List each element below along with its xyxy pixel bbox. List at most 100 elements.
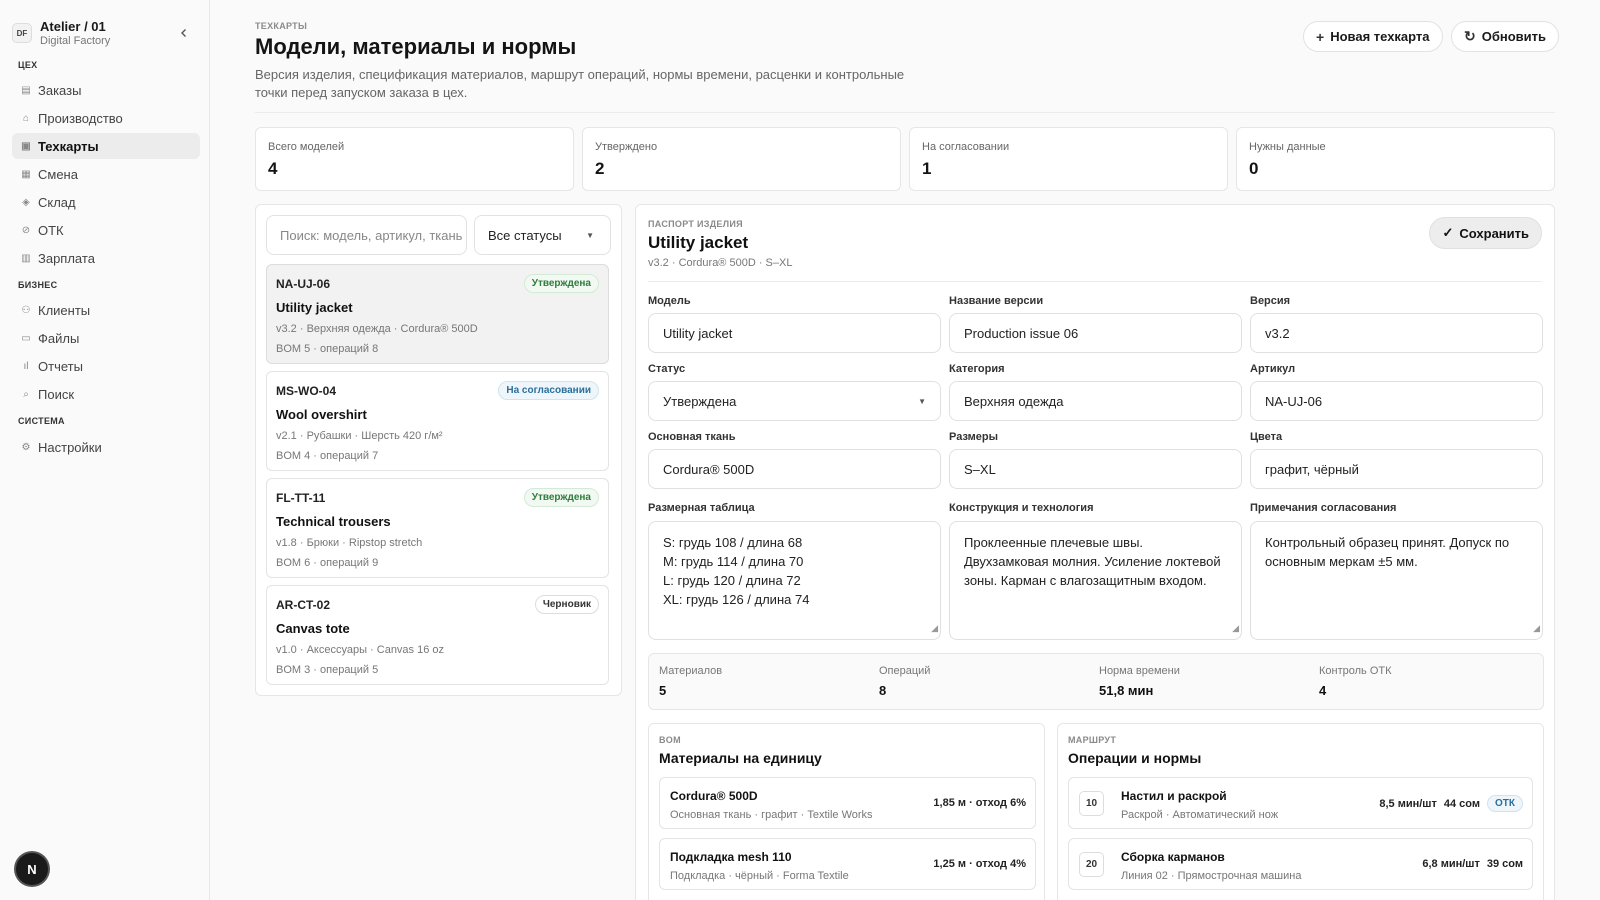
detail-subtitle: v3.2 · Cordura® 500D · S–XL (648, 257, 793, 269)
main-content: ТЕХКАРТЫ Модели, материалы и нормы Верси… (210, 0, 1600, 900)
save-button[interactable]: ✓ Сохранить (1429, 217, 1542, 249)
sidebar-item-techcards[interactable]: ▣ Техкарты (12, 133, 200, 159)
colors-field[interactable]: графит, чёрный (1250, 449, 1543, 489)
stat-value: 4 (268, 159, 278, 178)
bom-panel: BOM Материалы на единицу Cordura® 500D О… (648, 723, 1045, 900)
detail-eyebrow: ПАСПОРТ ИЗДЕЛИЯ (648, 219, 743, 229)
bom-row[interactable]: Cordura® 500D Основная ткань · графит · … (659, 777, 1036, 829)
page-eyebrow: ТЕХКАРТЫ (255, 21, 308, 31)
check-icon: ✓ (1442, 225, 1454, 240)
collapse-sidebar-icon[interactable] (175, 24, 193, 42)
construction-textarea[interactable]: Проклеенные плечевые швы. Двухзамковая м… (949, 521, 1242, 640)
operation-number: 20 (1079, 852, 1104, 877)
operation-row[interactable]: 20 Сборка карманов Линия 02 · Прямостроч… (1068, 838, 1533, 890)
refresh-button[interactable]: ↻ Обновить (1451, 21, 1560, 52)
sidebar-item-label: Поиск (38, 386, 75, 402)
model-field[interactable]: Utility jacket (648, 313, 941, 353)
sidebar-item-reports[interactable]: ıl Отчеты (12, 353, 200, 379)
folder-icon: ▭ (21, 332, 31, 344)
size-table-line: S: грудь 108 / длина 68 (663, 535, 803, 550)
search-icon: ⌕ (23, 388, 29, 400)
stat-label: Всего моделей (268, 141, 345, 153)
status-filter-select[interactable]: Все статусы ▼ (474, 215, 611, 255)
users-icon: ⚇ (21, 304, 31, 316)
sidebar-item-search[interactable]: ⌕ Поиск (12, 381, 200, 407)
user-avatar-button[interactable]: N (16, 853, 48, 885)
fabric-label: Основная ткань (648, 431, 736, 443)
notes-textarea[interactable]: Контрольный образец принят. Допуск по ос… (1250, 521, 1543, 640)
sidebar-item-production[interactable]: ⌂ Производство (12, 105, 200, 131)
stat-value: 1 (922, 159, 932, 178)
size-table-line: L: грудь 120 / длина 72 (663, 573, 801, 588)
colors-label: Цвета (1250, 431, 1283, 443)
sidebar-item-label: Склад (38, 194, 76, 210)
model-meta: v3.2 · Верхняя одежда · Cordura® 500D (276, 323, 478, 335)
summary-value: 51,8 мин (1099, 683, 1154, 698)
resize-handle-icon[interactable]: ◢ (1533, 619, 1540, 638)
status-label: Статус (648, 363, 686, 375)
version-name-field[interactable]: Production issue 06 (949, 313, 1242, 353)
new-techcard-button[interactable]: + Новая техкарта (1303, 21, 1443, 52)
brand-badge: DF (12, 23, 32, 43)
sidebar-item-orders[interactable]: ▤ Заказы (12, 77, 200, 103)
operation-rate: 44 сом (1443, 797, 1480, 810)
stat-label: На согласовании (922, 141, 1010, 153)
bom-eyebrow: BOM (659, 735, 681, 745)
model-card[interactable]: MS-WO-04 На согласовании Wool overshirt … (266, 371, 609, 471)
bar-chart-icon: ıl (23, 360, 29, 372)
resize-handle-icon[interactable]: ◢ (1232, 619, 1239, 638)
qc-badge: ОТК (1487, 795, 1523, 812)
summary-time-norm: Норма времени 51,8 мин (1099, 665, 1180, 698)
brand[interactable]: DF Atelier / 01 Digital Factory (12, 16, 197, 50)
operation-row[interactable]: 10 Настил и раскрой Раскрой · Автоматиче… (1068, 777, 1533, 829)
size-table-textarea[interactable]: S: грудь 108 / длина 68 M: грудь 114 / д… (648, 521, 941, 640)
version-field[interactable]: v3.2 (1250, 313, 1543, 353)
route-eyebrow: МАРШРУТ (1068, 735, 1117, 745)
sidebar-item-salary[interactable]: ▥ Зарплата (12, 245, 200, 271)
sidebar-item-label: Настройки (38, 439, 102, 455)
material-name: Подкладка mesh 110 (670, 850, 792, 864)
model-card[interactable]: FL-TT-11 Утверждена Technical trousers v… (266, 478, 609, 578)
box-icon: ◈ (22, 196, 30, 208)
bom-title: Материалы на единицу (659, 750, 822, 766)
nav-section-business: БИЗНЕС (18, 280, 58, 290)
model-meta: v1.8 · Брюки · Ripstop stretch (276, 537, 423, 549)
summary-value: 5 (659, 683, 667, 698)
factory-icon: ⌂ (22, 112, 30, 124)
model-card[interactable]: AR-CT-02 Черновик Canvas tote v1.0 · Акс… (266, 585, 609, 685)
model-counts: BOM 5 · операций 8 (276, 343, 379, 355)
page-description: Версия изделия, спецификация материалов,… (255, 67, 905, 100)
orders-icon: ▤ (21, 84, 31, 96)
resize-handle-icon[interactable]: ◢ (931, 619, 938, 638)
article-field[interactable]: NA-UJ-06 (1250, 381, 1543, 421)
sizes-field[interactable]: S–XL (949, 449, 1242, 489)
fabric-field[interactable]: Cordura® 500D (648, 449, 941, 489)
model-label: Модель (648, 295, 691, 307)
sidebar-item-clients[interactable]: ⚇ Клиенты (12, 297, 200, 323)
bom-row[interactable]: Подкладка mesh 110 Подкладка · чёрный · … (659, 838, 1036, 890)
operation-rate: 39 сом (1486, 858, 1523, 870)
sidebar-item-qc[interactable]: ⊘ ОТК (12, 217, 200, 243)
sidebar-item-files[interactable]: ▭ Файлы (12, 325, 200, 351)
stat-value: 0 (1249, 159, 1259, 178)
operation-time: 8,5 мин/шт (1379, 797, 1437, 810)
search-input[interactable]: Поиск: модель, артикул, ткань (266, 215, 467, 255)
size-table-label: Размерная таблица (648, 502, 755, 514)
model-meta: v1.0 · Аксессуары · Canvas 16 oz (276, 644, 445, 656)
model-card[interactable]: NA-UJ-06 Утверждена Utility jacket v3.2 … (266, 264, 609, 364)
version-name-label: Название версии (949, 295, 1044, 307)
status-select[interactable]: Утверждена ▼ (648, 381, 941, 421)
summary-value: 4 (1319, 683, 1327, 698)
category-field[interactable]: Верхняя одежда (949, 381, 1242, 421)
status-badge: Утверждена (523, 274, 599, 293)
sidebar-item-warehouse[interactable]: ◈ Склад (12, 189, 200, 215)
summary-label: Операций (879, 665, 931, 677)
sidebar-item-shift[interactable]: ▦ Смена (12, 161, 200, 187)
new-techcard-label: Новая техкарта (1330, 29, 1430, 44)
brand-subtitle: Digital Factory (40, 35, 111, 47)
brand-title: Atelier / 01 (40, 19, 106, 34)
material-qty: 1,85 м · отход 6% (933, 797, 1026, 809)
refresh-icon: ↻ (1464, 28, 1476, 44)
material-meta: Подкладка · чёрный · Forma Textile (670, 870, 849, 882)
sidebar-item-settings[interactable]: ⚙ Настройки (12, 434, 200, 460)
